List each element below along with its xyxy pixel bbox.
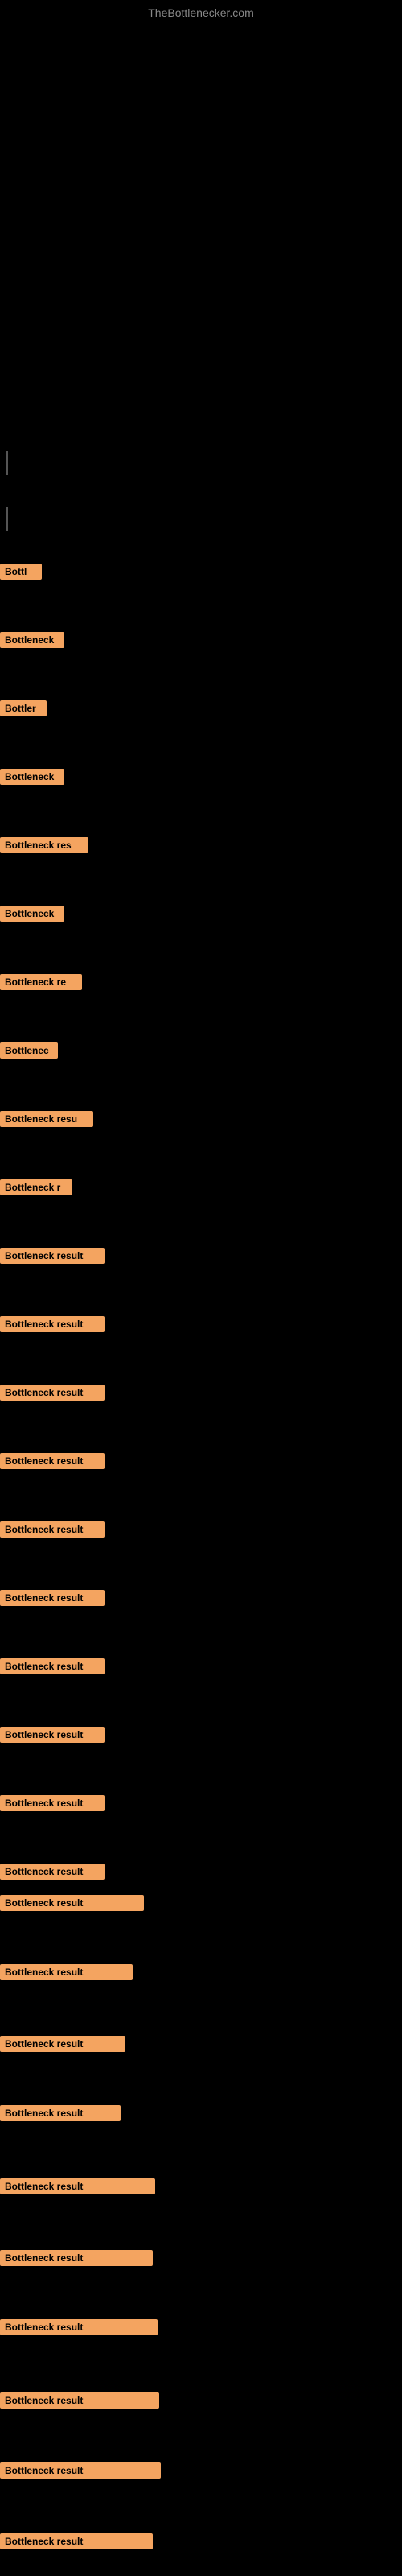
bottleneck-result-label: Bottleneck result: [0, 1453, 105, 1469]
bottleneck-result-label: Bottleneck result: [0, 1795, 105, 1811]
bottleneck-result-label: Bottleneck result: [0, 2319, 158, 2335]
bottleneck-result-label: Bottl: [0, 564, 42, 580]
bottleneck-result-label: Bottleneck r: [0, 1179, 72, 1195]
bottleneck-result-label: Bottlenec: [0, 1042, 58, 1059]
bottleneck-result-label: Bottleneck result: [0, 1590, 105, 1606]
bottleneck-result-label: Bottleneck result: [0, 1316, 105, 1332]
bottleneck-result-label: Bottleneck: [0, 632, 64, 648]
site-title: TheBottlenecker.com: [148, 6, 254, 19]
bottleneck-result-label: Bottleneck result: [0, 2178, 155, 2194]
bottleneck-result-label: Bottleneck result: [0, 2105, 121, 2121]
bottleneck-result-label: Bottleneck: [0, 769, 64, 785]
bottleneck-result-label: Bottleneck: [0, 906, 64, 922]
vertical-line-1: [6, 451, 8, 475]
bottleneck-result-label: Bottleneck result: [0, 2250, 153, 2266]
bottleneck-result-label: Bottleneck result: [0, 1658, 105, 1674]
bottleneck-result-label: Bottleneck result: [0, 2392, 159, 2409]
bottleneck-result-label: Bottleneck result: [0, 1248, 105, 1264]
bottleneck-result-label: Bottleneck result: [0, 1385, 105, 1401]
bottleneck-result-label: Bottleneck result: [0, 2462, 161, 2479]
bottleneck-result-label: Bottleneck result: [0, 2036, 125, 2052]
bottleneck-result-label: Bottleneck resu: [0, 1111, 93, 1127]
vertical-line-2: [6, 507, 8, 531]
bottleneck-result-label: Bottleneck res: [0, 837, 88, 853]
bottleneck-result-label: Bottler: [0, 700, 47, 716]
bottleneck-result-label: Bottleneck result: [0, 2533, 153, 2549]
bottleneck-result-label: Bottleneck re: [0, 974, 82, 990]
bottleneck-result-label: Bottleneck result: [0, 1521, 105, 1538]
bottleneck-result-label: Bottleneck result: [0, 1727, 105, 1743]
bottleneck-result-label: Bottleneck result: [0, 1864, 105, 1880]
bottleneck-result-label: Bottleneck result: [0, 1895, 144, 1911]
bottleneck-result-label: Bottleneck result: [0, 1964, 133, 1980]
